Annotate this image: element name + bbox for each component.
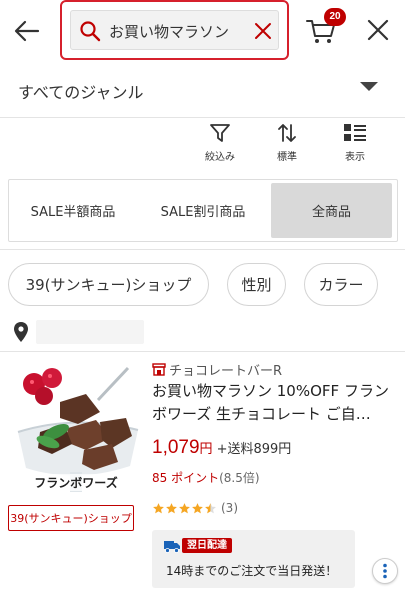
star-icon — [205, 502, 216, 513]
close-icon[interactable] — [364, 16, 392, 44]
search-icon — [80, 21, 101, 42]
arrow-left-icon — [14, 20, 40, 42]
caret-down-icon — [360, 82, 378, 91]
more-options-button[interactable] — [372, 558, 398, 584]
points-value: 85 ポイント — [152, 471, 220, 485]
genre-selector[interactable]: すべてのジャンル — [0, 64, 405, 118]
view-icon — [344, 124, 366, 141]
rating-line[interactable]: (3) — [152, 500, 238, 516]
search-input[interactable]: お買い物マラソン — [70, 10, 279, 50]
divider — [0, 249, 405, 250]
sort-icon — [278, 124, 296, 142]
tab-label: 全商品 — [311, 205, 351, 220]
chip-label: 39(サンキュー)ショップ — [25, 276, 192, 294]
filter-label: 絞込み — [205, 152, 235, 163]
location-row[interactable] — [0, 316, 405, 352]
product-image[interactable]: フランボワーズ — [8, 362, 144, 498]
location-value — [36, 320, 144, 344]
tab-sale-half-price[interactable]: SALE半額商品 — [9, 180, 137, 241]
genre-label: すべてのジャンル — [18, 83, 144, 102]
star-icon — [153, 502, 164, 513]
star-icon — [166, 502, 177, 513]
shipping-fee: +送料899円 — [216, 442, 292, 457]
product-price: 1,079 — [152, 437, 200, 458]
tab-label: SALE割引商品 — [160, 205, 246, 220]
delivery-info: 翌日配達 14時までのご注文で当日発送！ — [152, 530, 355, 588]
sale-segment-control: SALE半額商品 SALE割引商品 全商品 — [8, 179, 398, 242]
tab-all-products[interactable]: 全商品 — [271, 183, 392, 238]
view-button[interactable]: 表示 — [333, 122, 377, 172]
tab-sale-discount[interactable]: SALE割引商品 — [137, 180, 269, 241]
cart-count-badge: 20 — [324, 8, 346, 26]
sort-label: 標準 — [277, 152, 297, 163]
more-vertical-icon — [383, 563, 387, 579]
price-line: 1,079円 +送料899円 — [152, 437, 291, 463]
back-button[interactable] — [10, 16, 44, 46]
clear-search-icon[interactable] — [253, 21, 273, 41]
points-line: 85 ポイント(8.5倍) — [152, 469, 260, 486]
points-rate: (8.5倍) — [219, 471, 260, 485]
price-yen: 円 — [199, 442, 213, 457]
product-title[interactable]: お買い物マラソン 10%OFF フランボワーズ 生チョコレート ご自… — [152, 380, 398, 426]
shop-name: チョコレートバーR — [169, 363, 283, 379]
star-icon — [192, 502, 203, 513]
filter-button[interactable]: 絞込み — [198, 122, 242, 172]
review-count: (3) — [221, 501, 238, 515]
sort-button[interactable]: 標準 — [265, 122, 309, 172]
chip-color[interactable]: カラー — [304, 263, 378, 306]
star-icon — [179, 502, 190, 513]
rating-stars — [152, 502, 217, 515]
shop-icon — [152, 362, 166, 376]
product-image-caption: フランボワーズ — [8, 474, 144, 491]
chip-39-shop[interactable]: 39(サンキュー)ショップ — [8, 263, 209, 306]
tab-label: SALE半額商品 — [30, 205, 116, 220]
location-pin-icon — [14, 322, 28, 342]
chip-label: カラー — [318, 276, 364, 294]
shop-tag-label: 39(サンキュー)ショップ — [10, 512, 132, 525]
delivery-text: 14時までのご注文で当日発送！ — [166, 564, 338, 578]
search-box[interactable]: お買い物マラソン — [60, 0, 289, 60]
chip-label: 性別 — [241, 276, 272, 294]
header: お買い物マラソン 20 — [0, 0, 405, 64]
tool-row: 絞込み 標準 表示 — [0, 118, 405, 174]
chip-gender[interactable]: 性別 — [227, 263, 286, 306]
truck-icon — [164, 541, 180, 553]
shop-tag[interactable]: 39(サンキュー)ショップ — [8, 505, 134, 531]
search-query: お買い物マラソン — [109, 23, 230, 41]
next-day-badge: 翌日配達 — [182, 538, 232, 553]
filter-icon — [210, 124, 230, 142]
shop-line[interactable]: チョコレートバーR — [152, 360, 283, 379]
view-label: 表示 — [345, 152, 365, 163]
